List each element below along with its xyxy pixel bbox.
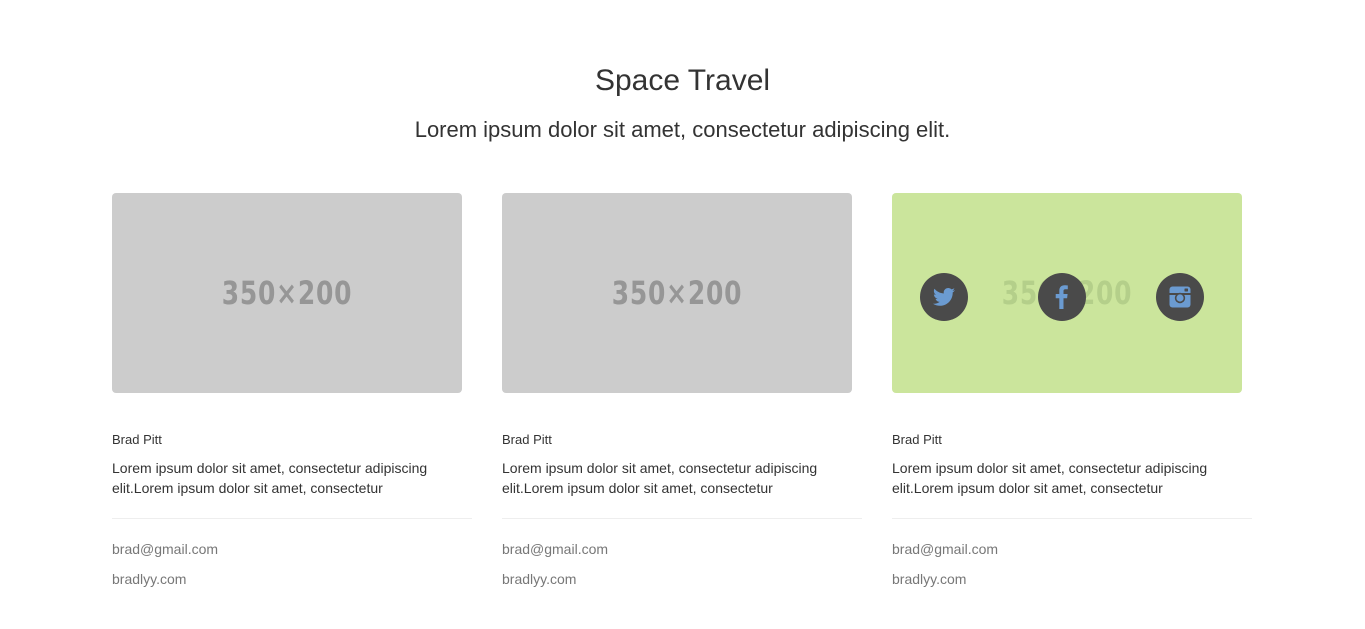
divider — [502, 518, 862, 519]
facebook-button[interactable] — [1038, 273, 1086, 321]
card-description: Lorem ipsum dolor sit amet, consectetur … — [892, 460, 1208, 496]
instagram-icon — [1169, 286, 1191, 308]
card-image-hover-overlay[interactable]: 350×200 — [892, 193, 1242, 393]
team-card: 350×200 Brad Pi — [892, 193, 1252, 587]
card-description: Lorem ipsum dolor sit amet, consectetur … — [112, 460, 428, 496]
image-placeholder-label: 350×200 — [611, 274, 743, 312]
card-image[interactable]: 350×200 — [502, 193, 852, 393]
team-card: 350×200 Brad Pitt Lorem ipsum dolor sit … — [502, 193, 862, 587]
page-title: Space Travel — [594, 64, 771, 97]
twitter-icon — [933, 288, 955, 306]
divider — [112, 518, 472, 519]
card-name: Brad Pitt — [502, 432, 552, 447]
card-website-link[interactable]: bradlyy.com — [502, 570, 576, 588]
card-image[interactable]: 350×200 — [112, 193, 462, 393]
image-placeholder-label: 350×200 — [221, 274, 353, 312]
page-subtitle: Lorem ipsum dolor sit amet, consectetur … — [414, 117, 951, 142]
twitter-button[interactable] — [920, 273, 968, 321]
card-name: Brad Pitt — [892, 432, 942, 447]
instagram-button[interactable] — [1156, 273, 1204, 321]
card-website-link[interactable]: bradlyy.com — [892, 570, 966, 588]
card-email-link[interactable]: brad@gmail.com — [892, 540, 998, 558]
team-card: 350×200 Brad Pitt Lorem ipsum dolor sit … — [112, 193, 472, 587]
card-email-link[interactable]: brad@gmail.com — [502, 540, 608, 558]
card-website-link[interactable]: bradlyy.com — [112, 570, 186, 588]
card-description: Lorem ipsum dolor sit amet, consectetur … — [502, 460, 818, 496]
team-section: Space Travel Lorem ipsum dolor sit amet,… — [0, 0, 1365, 629]
card-name: Brad Pitt — [112, 432, 162, 447]
card-email-link[interactable]: brad@gmail.com — [112, 540, 218, 558]
divider — [892, 518, 1252, 519]
facebook-icon — [1055, 285, 1068, 309]
